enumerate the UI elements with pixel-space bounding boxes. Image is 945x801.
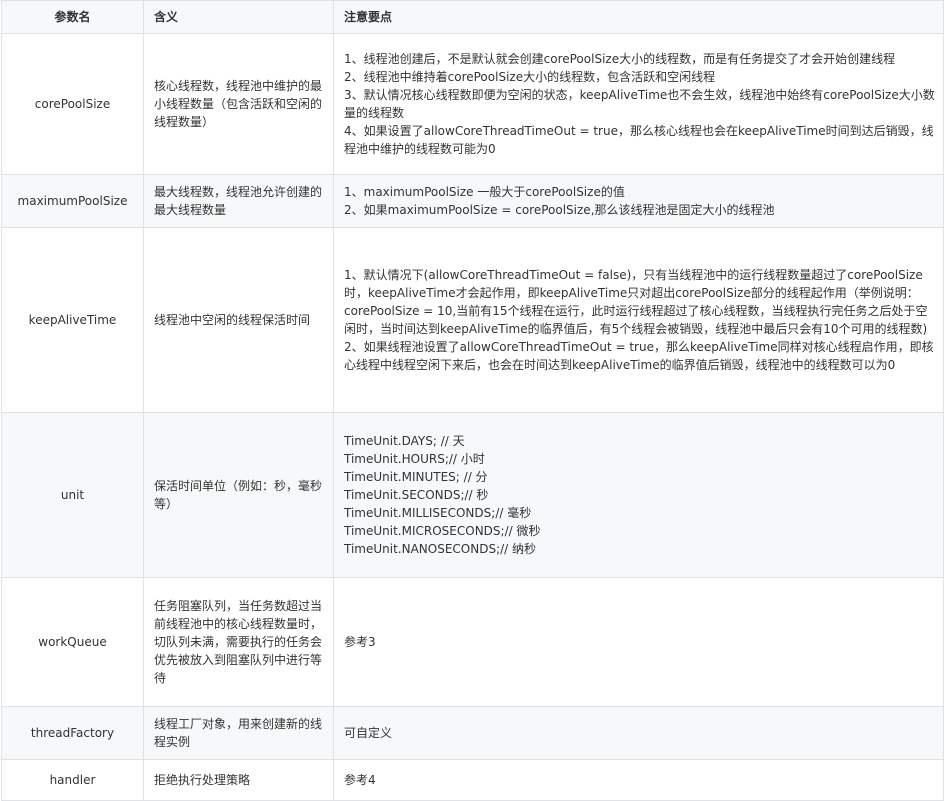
param-name-cell: corePoolSize bbox=[1, 33, 144, 175]
note-line: TimeUnit.MINUTES; // 分 bbox=[344, 470, 488, 484]
param-meaning-cell: 拒绝执行处理策略 bbox=[143, 759, 334, 801]
note-line: 参考4 bbox=[344, 773, 376, 787]
note-line: 3、默认情况核心线程数即便为空闲的状态，keepAliveTime也不会生效，线… bbox=[344, 88, 935, 120]
param-notes-cell: 参考3 bbox=[333, 577, 944, 707]
note-line: TimeUnit.HOURS;// 小时 bbox=[344, 452, 485, 466]
note-line: 参考3 bbox=[344, 635, 376, 649]
param-notes-cell: 1、线程池创建后，不是默认就会创建corePoolSize大小的线程数，而是有任… bbox=[333, 33, 944, 175]
param-notes-cell: 可自定义 bbox=[333, 706, 944, 760]
param-notes-cell: 参考4 bbox=[333, 759, 944, 801]
note-line: TimeUnit.DAYS; // 天 bbox=[344, 434, 465, 448]
param-meaning-cell: 线程池中空闲的线程保活时间 bbox=[143, 227, 334, 413]
note-line: 2、如果线程池设置了allowCoreThreadTimeOut = true，… bbox=[344, 340, 934, 372]
table-header-row: 参数名 含义 注意要点 bbox=[1, 0, 944, 34]
param-notes-cell: TimeUnit.DAYS; // 天 TimeUnit.HOURS;// 小时… bbox=[333, 412, 944, 578]
param-name-cell: keepAliveTime bbox=[1, 227, 144, 413]
note-line: 1、maximumPoolSize 一般大于corePoolSize的值 bbox=[344, 185, 625, 199]
param-name-cell: maximumPoolSize bbox=[1, 174, 144, 228]
note-line: 可自定义 bbox=[344, 726, 393, 740]
table-row: corePoolSize 核心线程数，线程池中维护的最小线程数量（包含活跃和空闲… bbox=[1, 33, 944, 175]
table-row: unit 保活时间单位（例如：秒，毫秒等） TimeUnit.DAYS; // … bbox=[1, 412, 944, 578]
header-meaning: 含义 bbox=[143, 0, 334, 34]
note-line: TimeUnit.SECONDS;// 秒 bbox=[344, 488, 489, 502]
table-row: keepAliveTime 线程池中空闲的线程保活时间 1、默认情况下(allo… bbox=[1, 227, 944, 413]
param-notes-cell: 1、默认情况下(allowCoreThreadTimeOut = false)，… bbox=[333, 227, 944, 413]
param-name-cell: workQueue bbox=[1, 577, 144, 707]
param-meaning-cell: 最大线程数，线程池允许创建的最大线程数量 bbox=[143, 174, 334, 228]
table-row: threadFactory 线程工厂对象，用来创建新的线程实例 可自定义 bbox=[1, 706, 944, 760]
note-line: TimeUnit.MICROSECONDS;// 微秒 bbox=[344, 524, 541, 538]
note-line: 2、线程池中维持着corePoolSize大小的线程数，包含活跃和空闲线程 bbox=[344, 70, 716, 84]
table-row: workQueue 任务阻塞队列，当任务数超过当前线程池中的核心线程数量时，切队… bbox=[1, 577, 944, 707]
note-line: 1、线程池创建后，不是默认就会创建corePoolSize大小的线程数，而是有任… bbox=[344, 52, 896, 66]
table-row: maximumPoolSize 最大线程数，线程池允许创建的最大线程数量 1、m… bbox=[1, 174, 944, 228]
note-line: 2、如果maximumPoolSize = corePoolSize,那么该线程… bbox=[344, 203, 775, 217]
param-meaning-cell: 线程工厂对象，用来创建新的线程实例 bbox=[143, 706, 334, 760]
header-param-name: 参数名 bbox=[1, 0, 144, 34]
table-row: handler 拒绝执行处理策略 参考4 bbox=[1, 759, 944, 801]
param-name-cell: handler bbox=[1, 759, 144, 801]
note-line: TimeUnit.NANOSECONDS;// 纳秒 bbox=[344, 542, 537, 556]
param-name-cell: threadFactory bbox=[1, 706, 144, 760]
param-meaning-cell: 任务阻塞队列，当任务数超过当前线程池中的核心线程数量时，切队列未满，需要执行的任… bbox=[143, 577, 334, 707]
header-notes: 注意要点 bbox=[333, 0, 944, 34]
param-meaning-cell: 保活时间单位（例如：秒，毫秒等） bbox=[143, 412, 334, 578]
param-name-cell: unit bbox=[1, 412, 144, 578]
param-meaning-cell: 核心线程数，线程池中维护的最小线程数量（包含活跃和空闲的线程数量） bbox=[143, 33, 334, 175]
note-line: TimeUnit.MILLISECONDS;// 毫秒 bbox=[344, 506, 532, 520]
note-line: 4、如果设置了allowCoreThreadTimeOut = true，那么核… bbox=[344, 124, 934, 156]
parameter-table: 参数名 含义 注意要点 corePoolSize 核心线程数，线程池中维护的最小… bbox=[1, 0, 944, 801]
note-line: 1、默认情况下(allowCoreThreadTimeOut = false)，… bbox=[344, 268, 928, 336]
param-notes-cell: 1、maximumPoolSize 一般大于corePoolSize的值 2、如… bbox=[333, 174, 944, 228]
